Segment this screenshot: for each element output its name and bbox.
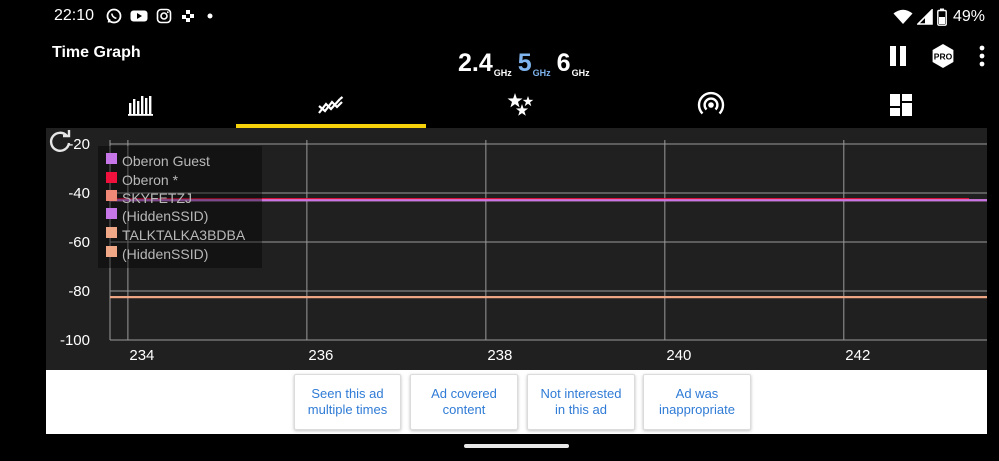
band-unit: GHz bbox=[571, 68, 590, 78]
time-graph-chart: -20 -40 -60 -80 -100 234 236 238 240 242 Oberon G… bbox=[46, 128, 987, 370]
legend-swatch bbox=[106, 245, 117, 257]
pause-icon bbox=[890, 46, 906, 66]
band-6-button[interactable]: 6 GHz bbox=[556, 49, 590, 78]
status-time: 22:10 bbox=[54, 7, 95, 24]
tab-channel-graph[interactable] bbox=[46, 82, 236, 128]
bar-chart-icon bbox=[128, 96, 153, 116]
battery-icon bbox=[937, 8, 947, 26]
signal-wave-icon bbox=[697, 91, 725, 115]
legend-swatch bbox=[106, 171, 117, 183]
page-title: Time Graph bbox=[52, 44, 141, 61]
legend-swatch bbox=[106, 189, 117, 201]
legend-item: (HiddenSSID) bbox=[106, 207, 208, 225]
legend-item: Oberon Guest bbox=[106, 152, 210, 170]
legend-swatch bbox=[106, 207, 117, 219]
pause-button[interactable] bbox=[882, 40, 914, 72]
band-selector: 2.4 GHz 5 GHz 6 GHz bbox=[458, 40, 596, 78]
ad-feedback-seen-multiple-button[interactable]: Seen this ad multiple times bbox=[294, 374, 401, 430]
navigation-bar bbox=[46, 434, 987, 461]
pro-button[interactable]: PRO bbox=[927, 40, 959, 72]
band-5-button[interactable]: 5 GHz bbox=[517, 49, 551, 78]
app-header: Time Graph 2.4 GHz 5 GHz 6 GHz PRO bbox=[46, 34, 987, 82]
status-bar: 22:10 49% bbox=[46, 0, 987, 34]
pro-badge-text: PRO bbox=[934, 52, 953, 62]
y-tick-label: -100 bbox=[60, 332, 90, 349]
tab-bar bbox=[46, 82, 987, 128]
tab-time-graph[interactable] bbox=[236, 82, 426, 128]
band-label: 6 bbox=[556, 49, 571, 77]
legend-label: (HiddenSSID) bbox=[122, 208, 209, 224]
ad-feedback-covered-content-button[interactable]: Ad covered content bbox=[410, 374, 518, 430]
legend-swatch bbox=[106, 152, 117, 164]
band-unit: GHz bbox=[493, 68, 512, 78]
time-graph-icon bbox=[318, 96, 344, 114]
stars-icon bbox=[507, 93, 534, 116]
battery-percent: 49% bbox=[952, 8, 985, 25]
band-unit: GHz bbox=[532, 68, 551, 78]
y-tick-label: -80 bbox=[68, 283, 90, 300]
ad-feedback-area: Seen this ad multiple times Ad covered c… bbox=[46, 370, 987, 434]
legend-label: Oberon * bbox=[122, 172, 179, 188]
chart-legend: Oberon Guest Oberon * SKYFETZJ (HiddenSS… bbox=[98, 146, 262, 268]
more-vert-icon bbox=[979, 45, 985, 67]
band-2-4-button[interactable]: 2.4 GHz bbox=[458, 49, 512, 78]
instagram-icon bbox=[156, 8, 172, 24]
left-inset bbox=[0, 0, 46, 461]
legend-label: Oberon Guest bbox=[122, 153, 210, 169]
legend-item: SKYFETZJ bbox=[106, 189, 192, 207]
whatsapp-icon bbox=[106, 8, 122, 24]
youtube-icon bbox=[130, 10, 148, 22]
wifi-icon bbox=[893, 9, 913, 24]
legend-item: Oberon * bbox=[106, 171, 178, 189]
legend-swatch bbox=[106, 226, 117, 238]
signal-icon bbox=[916, 9, 933, 25]
x-tick-label: 236 bbox=[308, 347, 333, 364]
tab-access-points[interactable] bbox=[616, 82, 806, 128]
ad-feedback-not-interested-button[interactable]: Not interested in this ad bbox=[527, 374, 635, 430]
y-tick-label: -60 bbox=[68, 234, 90, 251]
band-label: 2.4 bbox=[458, 49, 493, 77]
band-label: 5 bbox=[517, 49, 532, 77]
pro-badge-icon: PRO bbox=[932, 44, 954, 68]
more-options-button[interactable] bbox=[966, 40, 998, 72]
y-tick-label: -40 bbox=[68, 185, 90, 202]
home-gesture-handle[interactable] bbox=[464, 444, 569, 448]
dot-icon bbox=[207, 13, 213, 19]
tab-dashboard[interactable] bbox=[806, 82, 996, 128]
tab-channel-rating[interactable] bbox=[426, 82, 616, 128]
ad-feedback-inappropriate-button[interactable]: Ad was inappropriate bbox=[643, 374, 751, 430]
x-tick-label: 242 bbox=[845, 347, 870, 364]
grid-icon bbox=[890, 94, 912, 116]
slack-icon bbox=[182, 10, 194, 22]
legend-label: (HiddenSSID) bbox=[122, 246, 209, 262]
legend-label: TALKTALKA3BDBA bbox=[122, 227, 246, 243]
x-tick-label: 234 bbox=[129, 347, 154, 364]
refresh-icon[interactable] bbox=[46, 128, 74, 156]
legend-item: TALKTALKA3BDBA bbox=[106, 226, 245, 244]
x-tick-label: 238 bbox=[487, 347, 512, 364]
legend-item: (HiddenSSID) bbox=[106, 245, 208, 263]
screen: 22:10 49% Time Graph 2.4 GHz 5 GHz 6 GHz… bbox=[0, 0, 999, 461]
legend-label: SKYFETZJ bbox=[122, 190, 193, 206]
x-tick-label: 240 bbox=[666, 347, 691, 364]
